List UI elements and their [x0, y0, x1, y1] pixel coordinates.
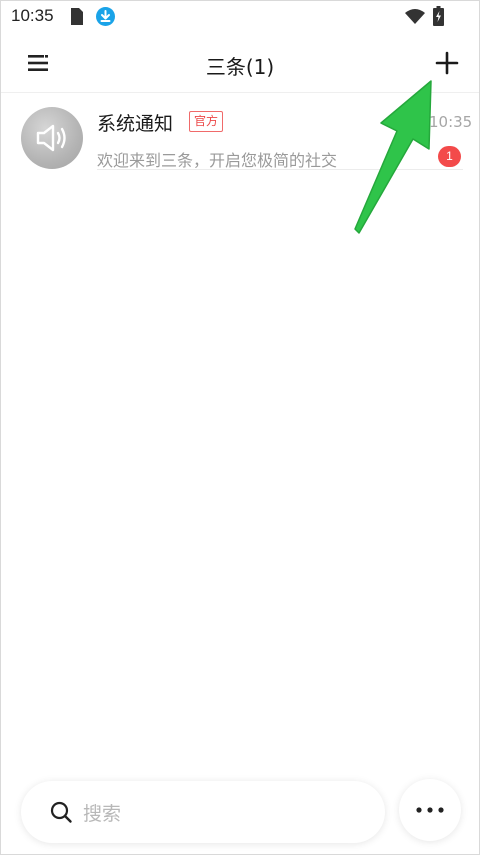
official-badge: 官方: [189, 111, 224, 132]
search-icon: [50, 801, 72, 823]
status-bar: 10:35: [1, 1, 479, 34]
speaker-icon: [36, 124, 66, 152]
conversation-name: 系统通知: [97, 113, 174, 135]
battery-icon: [433, 6, 444, 26]
annotation-arrow-icon: [354, 80, 432, 234]
search-bar[interactable]: 搜索: [21, 781, 385, 843]
status-time: 10:35: [11, 6, 54, 25]
sim-card-icon: [71, 8, 83, 25]
avatar: [21, 107, 83, 169]
search-placeholder: 搜索: [83, 803, 122, 825]
more-dots-icon: [416, 807, 444, 813]
app-screen: 10:35 三条(1) 系统通知 官方 10:35 欢迎来到三条，开启您极简的社…: [0, 0, 480, 855]
more-button[interactable]: [399, 779, 461, 841]
conversation-preview: 欢迎来到三条，开启您极简的社交: [97, 151, 338, 170]
wifi-icon: [405, 9, 425, 24]
download-icon: [96, 7, 115, 26]
